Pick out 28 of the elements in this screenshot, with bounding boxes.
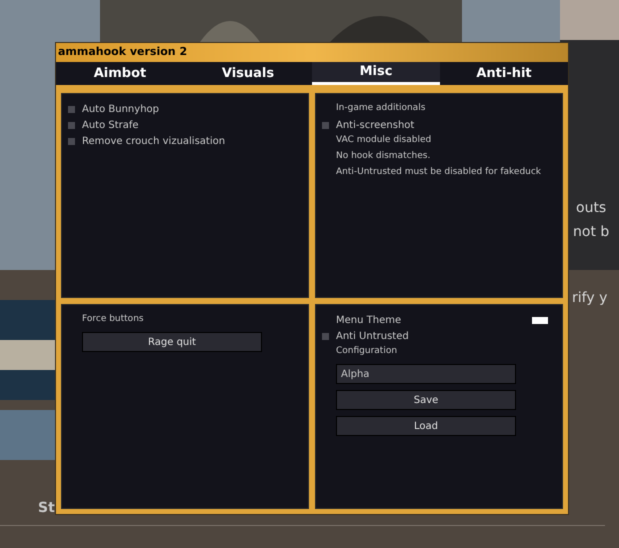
color-swatch[interactable]: [532, 316, 548, 324]
label-text: Menu Theme: [336, 314, 402, 328]
background-text: outs: [576, 199, 606, 218]
checkbox[interactable]: [68, 122, 75, 128]
label-text: Configuration: [336, 345, 398, 358]
menu-button[interactable]: Load: [336, 416, 516, 436]
label-text: No hook dismatches.: [336, 150, 430, 164]
checkbox[interactable]: [322, 122, 329, 128]
checkbox[interactable]: [68, 106, 75, 112]
tab[interactable]: Misc: [312, 62, 440, 84]
checkbox-label: Anti-screenshot: [336, 118, 414, 132]
checkbox[interactable]: [68, 138, 75, 144]
background-text: not b: [573, 223, 610, 242]
menu-button[interactable]: Rage quit: [82, 332, 262, 352]
background-text: St: [38, 499, 55, 518]
checkbox-label: Anti Untrusted: [336, 330, 409, 344]
menu-button[interactable]: Save: [336, 390, 516, 410]
background-text: rify y: [572, 289, 608, 308]
label-text: Force buttons: [82, 313, 144, 326]
label-text: In-game additionals: [336, 102, 426, 116]
label-text: VAC module disabled: [336, 134, 432, 148]
config-field[interactable]: Alpha: [336, 364, 516, 384]
checkbox-label: Remove crouch vizualisation: [82, 134, 226, 148]
checkbox[interactable]: [322, 332, 329, 340]
checkbox-label: Auto Strafe: [82, 118, 139, 132]
label-text: Anti-Untrusted must be disabled for fakeduck: [336, 166, 542, 180]
window-title: ammahook version 2: [58, 44, 188, 60]
checkbox-label: Auto Bunnyhop: [82, 102, 159, 116]
